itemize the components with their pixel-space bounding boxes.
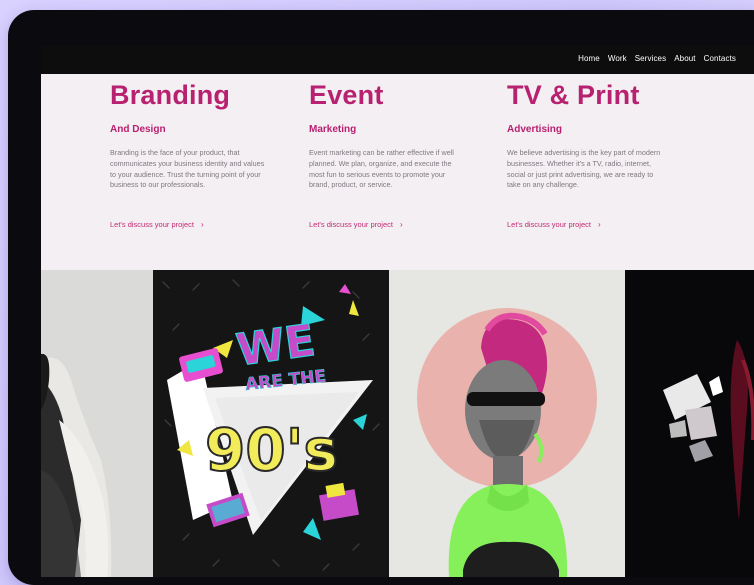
service-description: Event marketing can be rather effective …: [309, 148, 454, 190]
service-description: We believe advertising is the key part o…: [507, 148, 661, 190]
nav-about[interactable]: About: [674, 54, 695, 63]
service-title: TV & Print: [507, 80, 640, 110]
link-label: Let's discuss your project: [110, 220, 194, 229]
tablet-frame: Home Work Services About Contacts Brandi…: [8, 10, 754, 585]
service-subtitle: Advertising: [507, 124, 563, 135]
discuss-project-link[interactable]: Let's discuss your project ›: [309, 220, 403, 229]
90s-poster-illustration: WE ARE THE 90's: [153, 270, 389, 577]
chevron-right-icon: ›: [597, 220, 601, 229]
service-title: Event: [309, 80, 384, 110]
service-description: Branding is the face of your product, th…: [110, 148, 265, 190]
abstract-collage-illustration: [625, 270, 754, 577]
main-nav: Home Work Services About Contacts: [578, 54, 736, 63]
chevron-right-icon: ›: [399, 220, 403, 229]
nav-home[interactable]: Home: [578, 54, 600, 63]
portfolio-image-hooded-person[interactable]: [41, 270, 153, 577]
service-subtitle: And Design: [110, 124, 166, 135]
chevron-right-icon: ›: [200, 220, 204, 229]
nav-work[interactable]: Work: [608, 54, 627, 63]
portfolio-image-portrait[interactable]: [389, 270, 625, 577]
link-label: Let's discuss your project: [507, 220, 591, 229]
poster-we-text: WE: [233, 315, 318, 376]
discuss-project-link[interactable]: Let's discuss your project ›: [507, 220, 601, 229]
portrait-illustration: [389, 270, 625, 577]
service-subtitle: Marketing: [309, 124, 357, 135]
top-navbar: Home Work Services About Contacts: [41, 46, 754, 74]
portfolio-image-90s-poster[interactable]: WE ARE THE 90's: [153, 270, 389, 577]
services-section: Branding And Design Branding is the face…: [41, 74, 754, 270]
poster-90s-text: 90's: [205, 416, 338, 484]
portfolio-gallery: WE ARE THE 90's: [41, 270, 754, 577]
link-label: Let's discuss your project: [309, 220, 393, 229]
nav-contacts[interactable]: Contacts: [704, 54, 736, 63]
discuss-project-link[interactable]: Let's discuss your project ›: [110, 220, 204, 229]
portfolio-image-abstract[interactable]: [625, 270, 754, 577]
website-screen: Home Work Services About Contacts Brandi…: [41, 46, 754, 577]
service-title: Branding: [110, 80, 231, 110]
hooded-person-illustration: [41, 270, 153, 577]
nav-services[interactable]: Services: [635, 54, 666, 63]
